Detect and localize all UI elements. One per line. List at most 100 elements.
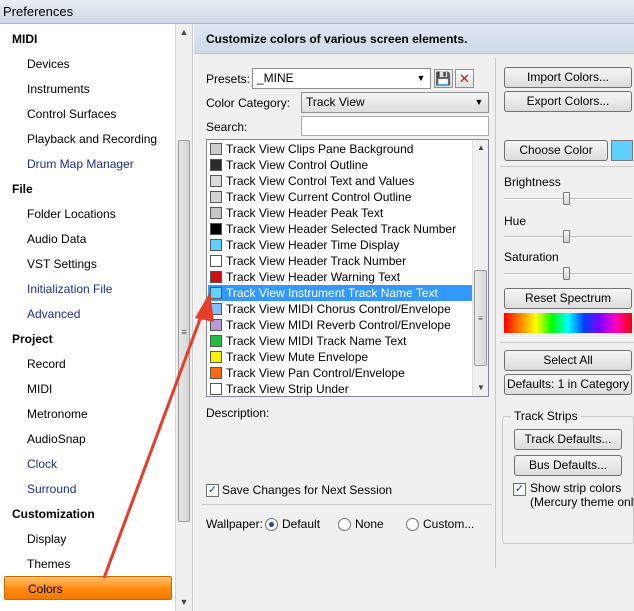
nav-item[interactable]: Instruments bbox=[4, 77, 172, 101]
list-item-label: Track View Header Time Display bbox=[226, 238, 400, 252]
hue-slider[interactable] bbox=[504, 230, 632, 243]
list-item[interactable]: Track View Clips Pane Background bbox=[208, 141, 473, 157]
list-item[interactable]: Track View MIDI Reverb Control/Envelope bbox=[208, 317, 473, 333]
scroll-down-icon[interactable]: ▼ bbox=[176, 594, 192, 611]
nav-item[interactable]: MIDI bbox=[4, 377, 172, 401]
list-item[interactable]: Track View Header Peak Text bbox=[208, 205, 473, 221]
nav-item[interactable]: Advanced bbox=[4, 302, 172, 326]
list-item[interactable]: Track View Header Track Number bbox=[208, 253, 473, 269]
nav-category[interactable]: File bbox=[4, 177, 172, 201]
slider-knob[interactable] bbox=[563, 230, 570, 243]
search-input[interactable] bbox=[301, 116, 489, 136]
brightness-slider[interactable] bbox=[504, 192, 632, 205]
list-item[interactable]: Track View MIDI Track Name Text bbox=[208, 333, 473, 349]
radio-dot bbox=[269, 522, 274, 527]
color-category-combo[interactable]: Track View ▼ bbox=[301, 92, 489, 113]
nav-item[interactable]: Playback and Recording bbox=[4, 127, 172, 151]
show-strip-colors-label: Show strip colors bbox=[530, 481, 622, 495]
nav-item[interactable]: Initialization File bbox=[4, 277, 172, 301]
wallpaper-label: Wallpaper: bbox=[206, 517, 263, 531]
nav-category[interactable]: Project bbox=[4, 327, 172, 351]
current-color-swatch[interactable] bbox=[611, 140, 633, 161]
list-item-label: Track View Header Track Number bbox=[226, 254, 407, 268]
divider bbox=[202, 504, 492, 505]
list-item[interactable]: Track View Header Time Display bbox=[208, 237, 473, 253]
nav-scroll-thumb[interactable]: ≡ bbox=[178, 140, 190, 522]
divider bbox=[500, 342, 634, 343]
delete-preset-button[interactable]: ✕ bbox=[455, 69, 474, 88]
color-category-label: Color Category: bbox=[206, 96, 291, 110]
export-colors-button[interactable]: Export Colors... bbox=[504, 91, 632, 112]
saturation-slider[interactable] bbox=[504, 267, 632, 280]
list-item-label: Track View Pan Control/Envelope bbox=[226, 366, 405, 380]
list-item[interactable]: Track View MIDI Chorus Control/Envelope bbox=[208, 301, 473, 317]
color-swatch bbox=[210, 143, 222, 155]
list-item-label: Track View Header Peak Text bbox=[226, 206, 384, 220]
colors-panel: Customize colors of various screen eleme… bbox=[194, 24, 634, 611]
nav-item[interactable]: Colors bbox=[4, 576, 172, 600]
wallpaper-none-radio[interactable] bbox=[338, 518, 351, 531]
list-item[interactable]: Track View Header Selected Track Number bbox=[208, 221, 473, 237]
list-item[interactable]: Track View Control Text and Values bbox=[208, 173, 473, 189]
defaults-button[interactable]: Defaults: 1 in Category bbox=[504, 374, 632, 395]
scroll-up-icon[interactable]: ▲ bbox=[176, 24, 192, 41]
color-swatch bbox=[210, 159, 222, 171]
scroll-up-icon[interactable]: ▲ bbox=[473, 140, 488, 156]
color-swatch bbox=[210, 239, 222, 251]
nav-category[interactable]: Customization bbox=[4, 502, 172, 526]
list-item-label: Track View Header Warning Text bbox=[226, 270, 401, 284]
scroll-down-icon[interactable]: ▼ bbox=[473, 380, 488, 396]
nav-item[interactable]: Drum Map Manager bbox=[4, 152, 172, 176]
hue-label: Hue bbox=[504, 214, 527, 228]
list-item[interactable]: Track View Current Control Outline bbox=[208, 189, 473, 205]
color-swatch bbox=[210, 175, 222, 187]
nav-item[interactable]: Clock bbox=[4, 452, 172, 476]
wallpaper-custom-radio[interactable] bbox=[406, 518, 419, 531]
save-changes-checkbox[interactable]: ✓ bbox=[206, 484, 219, 497]
import-colors-button[interactable]: Import Colors... bbox=[504, 67, 632, 88]
save-preset-button[interactable]: 💾 bbox=[434, 69, 453, 88]
save-icon: 💾 bbox=[435, 71, 452, 86]
nav-item[interactable]: Control Surfaces bbox=[4, 102, 172, 126]
reset-spectrum-button[interactable]: Reset Spectrum bbox=[504, 288, 632, 309]
list-item-label: Track View Control Text and Values bbox=[226, 174, 415, 188]
nav-item[interactable]: Devices bbox=[4, 52, 172, 76]
list-item-label: Track View MIDI Track Name Text bbox=[226, 334, 407, 348]
color-swatch bbox=[210, 383, 222, 395]
nav-scrollbar[interactable]: ▲ ≡ ▼ bbox=[175, 24, 192, 611]
bus-defaults-button[interactable]: Bus Defaults... bbox=[514, 455, 622, 476]
nav-item[interactable]: Surround bbox=[4, 477, 172, 501]
nav-item[interactable]: VST Settings bbox=[4, 252, 172, 276]
color-swatch bbox=[210, 255, 222, 267]
nav-category[interactable]: MIDI bbox=[4, 27, 172, 51]
nav-item[interactable]: Folder Locations bbox=[4, 202, 172, 226]
nav-item[interactable]: Metronome bbox=[4, 402, 172, 426]
nav-item[interactable]: Audio Data bbox=[4, 227, 172, 251]
show-strip-colors-checkbox[interactable]: ✓ bbox=[513, 483, 526, 496]
nav-item[interactable]: AudioSnap bbox=[4, 427, 172, 451]
list-item[interactable]: Track View Pan Control/Envelope bbox=[208, 365, 473, 381]
color-element-list[interactable]: Track View Clips Pane Background Track Vi… bbox=[206, 139, 489, 397]
color-category-value: Track View bbox=[306, 95, 365, 109]
color-spectrum[interactable] bbox=[504, 313, 632, 333]
divider bbox=[500, 166, 634, 167]
list-item[interactable]: Track View Mute Envelope bbox=[208, 349, 473, 365]
list-item[interactable]: Track View Control Outline bbox=[208, 157, 473, 173]
list-scroll-thumb[interactable]: ≡ bbox=[474, 270, 487, 366]
presets-value: _MINE bbox=[257, 71, 294, 85]
list-item[interactable]: Track View Header Warning Text bbox=[208, 269, 473, 285]
slider-knob[interactable] bbox=[563, 267, 570, 280]
nav-item[interactable]: Themes bbox=[4, 552, 172, 576]
wallpaper-default-radio[interactable] bbox=[265, 518, 278, 531]
nav-item[interactable]: Display bbox=[4, 527, 172, 551]
presets-combo[interactable]: _MINE ▼ bbox=[252, 68, 431, 89]
slider-knob[interactable] bbox=[563, 192, 570, 205]
color-swatch bbox=[210, 223, 222, 235]
track-defaults-button[interactable]: Track Defaults... bbox=[514, 429, 622, 450]
list-item[interactable]: Track View Instrument Track Name Text bbox=[208, 285, 473, 301]
choose-color-button[interactable]: Choose Color bbox=[504, 140, 608, 161]
list-item[interactable]: Track View Strip Under bbox=[208, 381, 473, 396]
list-scrollbar[interactable]: ▲ ≡ ▼ bbox=[472, 140, 488, 396]
nav-item[interactable]: Record bbox=[4, 352, 172, 376]
select-all-button[interactable]: Select All bbox=[504, 350, 632, 371]
